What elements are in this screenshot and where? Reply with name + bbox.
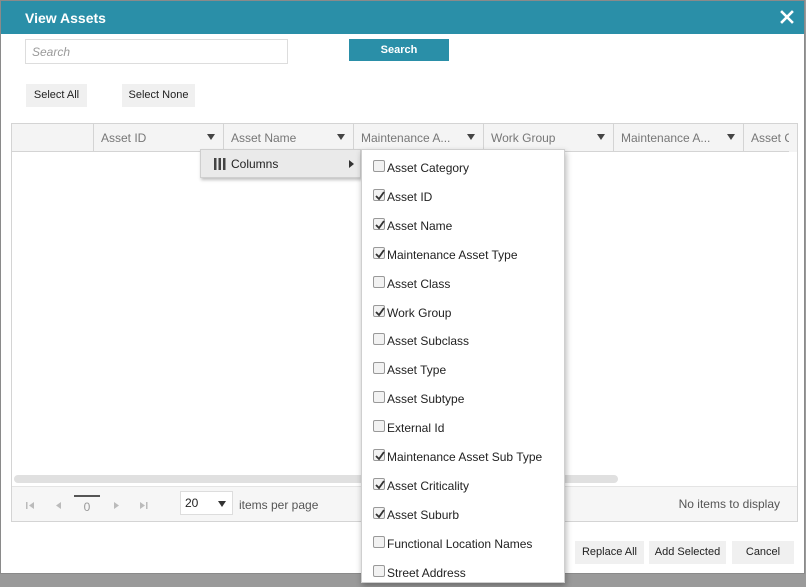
column-header-asset-criticality[interactable]: Asset C (743, 124, 789, 152)
column-toggle-item[interactable]: Asset Subclass (362, 325, 564, 354)
column-toggle-item[interactable]: Asset ID (362, 181, 564, 210)
column-header-work-group[interactable]: Work Group (483, 124, 613, 152)
column-header-label: Asset Name (231, 131, 297, 145)
column-menu-arrow-icon[interactable] (337, 134, 345, 140)
column-toggle-item[interactable]: Maintenance Asset Type (362, 239, 564, 268)
items-per-page-label: items per page (239, 498, 319, 512)
checkbox-unchecked[interactable] (373, 391, 385, 403)
columns-submenu: Asset Category Asset ID Asset Name Maintena… (361, 149, 565, 583)
vertical-scrollbar[interactable] (789, 124, 797, 152)
dialog-titlebar: View Assets (1, 1, 804, 34)
column-toggle-item[interactable]: Asset Subtype (362, 383, 564, 412)
columns-menu-item[interactable]: Columns (200, 149, 361, 178)
columns-icon (214, 158, 226, 170)
close-icon[interactable] (779, 9, 795, 25)
column-menu-arrow-icon[interactable] (727, 134, 735, 140)
checkbox-checked[interactable] (373, 449, 385, 461)
column-toggle-label: Work Group (387, 306, 452, 320)
column-toggle-item[interactable]: Functional Location Names (362, 528, 564, 557)
column-toggle-label: Asset Criticality (387, 479, 470, 493)
column-header-maintenance-asset-sub-type[interactable]: Maintenance A... (613, 124, 743, 152)
column-header-label: Work Group (491, 131, 556, 145)
column-toggle-label: Asset Class (387, 277, 451, 291)
column-header-label: Maintenance A... (621, 131, 711, 145)
empty-message: No items to display (678, 497, 780, 511)
column-toggle-label: Asset Suburb (387, 508, 460, 522)
select-all-button[interactable]: Select All (26, 84, 87, 107)
chevron-down-icon (218, 501, 226, 507)
column-toggle-item[interactable]: Asset Type (362, 354, 564, 383)
column-toggle-label: Asset Category (387, 161, 470, 175)
column-toggle-item[interactable]: External Id (362, 412, 564, 441)
column-toggle-label: Asset Name (387, 219, 453, 233)
select-none-button[interactable]: Select None (122, 84, 195, 107)
column-header-maintenance-asset-type[interactable]: Maintenance A... (353, 124, 483, 152)
current-page: 0 (74, 495, 100, 515)
replace-all-button[interactable]: Replace All (575, 541, 644, 564)
checkbox-unchecked[interactable] (373, 536, 385, 548)
column-toggle-label: Asset Type (387, 363, 447, 377)
column-menu-arrow-icon[interactable] (467, 134, 475, 140)
column-header-asset-id[interactable]: Asset ID (93, 124, 223, 152)
last-page-icon[interactable] (139, 501, 148, 510)
column-toggle-item[interactable]: Asset Criticality (362, 470, 564, 499)
column-toggle-item[interactable]: Street Address (362, 557, 564, 586)
column-header-label: Asset ID (101, 131, 147, 145)
column-toggle-label: External Id (387, 421, 445, 435)
column-toggle-label: Asset Subclass (387, 334, 470, 348)
checkbox-unchecked[interactable] (373, 362, 385, 374)
checkbox-checked[interactable] (373, 218, 385, 230)
column-toggle-label: Functional Location Names (387, 537, 533, 551)
column-header-label: Asset C (751, 131, 789, 145)
checkbox-unchecked[interactable] (373, 420, 385, 432)
column-toggle-item[interactable]: Asset Name (362, 210, 564, 239)
column-toggle-label: Maintenance Asset Sub Type (387, 450, 543, 464)
chevron-right-icon (349, 160, 354, 168)
checkbox-checked[interactable] (373, 478, 385, 490)
first-page-icon[interactable] (26, 501, 35, 510)
cancel-button[interactable]: Cancel (732, 541, 794, 564)
checkbox-checked[interactable] (373, 247, 385, 259)
column-toggle-item[interactable]: Asset Suburb (362, 499, 564, 528)
checkbox-unchecked[interactable] (373, 333, 385, 345)
column-toggle-label: Maintenance Asset Type (387, 248, 518, 262)
checkbox-unchecked[interactable] (373, 276, 385, 288)
search-input[interactable] (25, 39, 288, 64)
prev-page-icon[interactable] (54, 501, 63, 510)
checkbox-checked[interactable] (373, 305, 385, 317)
column-toggle-item[interactable]: Asset Class (362, 268, 564, 297)
column-header-label: Maintenance A... (361, 131, 451, 145)
column-menu-arrow-icon[interactable] (207, 134, 215, 140)
column-toggle-label: Asset ID (387, 190, 433, 204)
column-toggle-label: Asset Subtype (387, 392, 465, 406)
column-toggle-item[interactable]: Work Group (362, 297, 564, 326)
column-toggle-label: Street Address (387, 566, 466, 580)
page-size-value: 20 (185, 496, 199, 510)
column-header-asset-name[interactable]: Asset Name (223, 124, 353, 152)
add-selected-button[interactable]: Add Selected (649, 541, 726, 564)
column-toggle-item[interactable]: Asset Category (362, 152, 564, 181)
checkbox-checked[interactable] (373, 507, 385, 519)
dialog-title: View Assets (25, 10, 106, 26)
column-toggle-item[interactable]: Maintenance Asset Sub Type (362, 441, 564, 470)
column-menu-arrow-icon[interactable] (597, 134, 605, 140)
page-size-select[interactable]: 20 (180, 491, 233, 515)
checkbox-unchecked[interactable] (373, 160, 385, 172)
search-button[interactable]: Search (349, 39, 449, 61)
columns-menu-label: Columns (231, 157, 279, 171)
grid-header: Asset ID Asset Name Maintenance A... Wor… (12, 124, 797, 152)
checkbox-unchecked[interactable] (373, 565, 385, 577)
next-page-icon[interactable] (112, 501, 121, 510)
checkbox-checked[interactable] (373, 189, 385, 201)
